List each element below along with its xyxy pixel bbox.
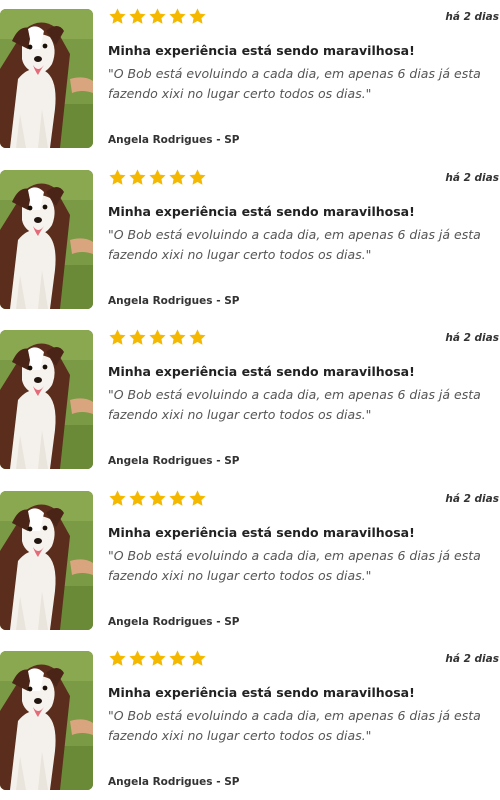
- review-time: há 2 dias: [445, 11, 499, 23]
- review-author: Angela Rodrigues - SP: [108, 616, 240, 628]
- star-icon: [169, 329, 186, 345]
- star-icon: [109, 8, 126, 24]
- review-quote: "O Bob está evoluindo a cada dia, em ape…: [108, 227, 481, 262]
- review-quote: "O Bob está evoluindo a cada dia, em ape…: [108, 387, 481, 422]
- dog-photo: [0, 651, 93, 790]
- star-icon: [129, 8, 146, 24]
- reviews-list: há 2 dias Minha experiência está sendo m…: [0, 0, 500, 800]
- rating-stars: [108, 7, 207, 29]
- dog-photo: [0, 330, 93, 469]
- review-card: há 2 dias Minha experiência está sendo m…: [0, 642, 500, 790]
- star-icon: [129, 329, 146, 345]
- star-icon: [169, 650, 186, 666]
- review-title: Minha experiência está sendo maravilhosa…: [108, 204, 415, 219]
- review-quote: "O Bob está evoluindo a cada dia, em ape…: [108, 708, 481, 743]
- star-icon: [169, 8, 186, 24]
- dog-photo: [0, 9, 93, 148]
- review-author: Angela Rodrigues - SP: [108, 455, 240, 467]
- review-time: há 2 dias: [445, 493, 499, 505]
- star-icon: [149, 169, 166, 185]
- dog-photo: [0, 491, 93, 630]
- review-author: Angela Rodrigues - SP: [108, 776, 240, 788]
- review-time: há 2 dias: [445, 653, 499, 665]
- star-icon: [149, 329, 166, 345]
- star-icon: [109, 169, 126, 185]
- review-card: há 2 dias Minha experiência está sendo m…: [0, 482, 500, 630]
- review-author: Angela Rodrigues - SP: [108, 134, 240, 146]
- star-icon: [189, 169, 206, 185]
- star-icon: [129, 169, 146, 185]
- star-icon: [149, 490, 166, 506]
- review-card: há 2 dias Minha experiência está sendo m…: [0, 0, 500, 148]
- star-icon: [109, 490, 126, 506]
- review-time: há 2 dias: [445, 332, 499, 344]
- review-quote: "O Bob está evoluindo a cada dia, em ape…: [108, 66, 481, 101]
- rating-stars: [108, 489, 207, 511]
- star-icon: [189, 8, 206, 24]
- star-icon: [189, 490, 206, 506]
- rating-stars: [108, 328, 207, 350]
- star-icon: [149, 650, 166, 666]
- review-title: Minha experiência está sendo maravilhosa…: [108, 685, 415, 700]
- star-icon: [169, 169, 186, 185]
- review-title: Minha experiência está sendo maravilhosa…: [108, 364, 415, 379]
- rating-stars: [108, 649, 207, 671]
- review-card: há 2 dias Minha experiência está sendo m…: [0, 321, 500, 469]
- rating-stars: [108, 168, 207, 190]
- star-icon: [129, 650, 146, 666]
- review-title: Minha experiência está sendo maravilhosa…: [108, 525, 415, 540]
- review-card: há 2 dias Minha experiência está sendo m…: [0, 161, 500, 309]
- star-icon: [189, 650, 206, 666]
- review-author: Angela Rodrigues - SP: [108, 295, 240, 307]
- review-title: Minha experiência está sendo maravilhosa…: [108, 43, 415, 58]
- star-icon: [129, 490, 146, 506]
- star-icon: [169, 490, 186, 506]
- star-icon: [149, 8, 166, 24]
- review-time: há 2 dias: [445, 172, 499, 184]
- star-icon: [109, 329, 126, 345]
- star-icon: [189, 329, 206, 345]
- dog-photo: [0, 170, 93, 309]
- star-icon: [109, 650, 126, 666]
- review-quote: "O Bob está evoluindo a cada dia, em ape…: [108, 548, 481, 583]
